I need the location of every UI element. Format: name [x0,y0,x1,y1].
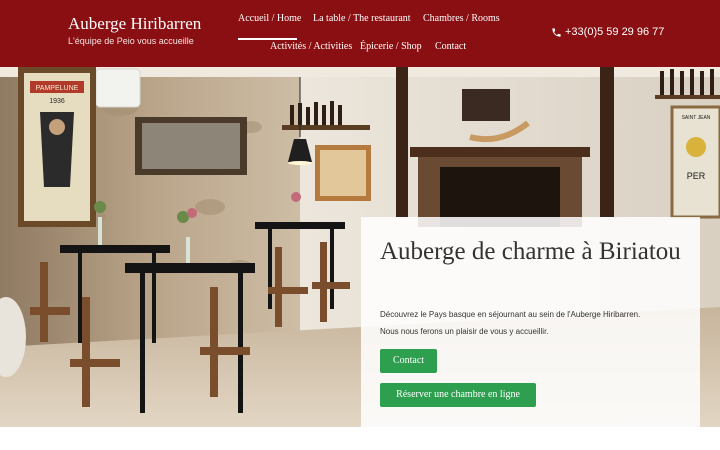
brand-tagline: L'équipe de Peio vous accueille [68,36,194,46]
hero-welcome-text: Nous nous ferons un plaisir de vous y ac… [380,327,549,336]
nav-rooms[interactable]: Chambres / Rooms [423,13,500,24]
right-poster-brand: PER [687,171,706,181]
hero-info-panel: Auberge de charme à Biriatou Découvrez l… [361,217,700,427]
page-bottom-area [0,427,720,450]
brand-name[interactable]: Auberge Hiribarren [68,14,201,34]
book-room-button[interactable]: Réserver une chambre en ligne [380,383,536,407]
phone-icon [552,27,561,37]
right-poster-title: SAINT JEAN [682,115,711,121]
site-header: Auberge Hiribarren L'équipe de Peio vous… [0,0,720,67]
nav-contact[interactable]: Contact [435,41,466,52]
phone-number: +33(0)5 59 29 96 77 [565,26,665,38]
nav-home[interactable]: Accueil / Home [238,13,301,24]
hero-section: PAMPELUNE 1936 SAINT JEAN PER Auberge de… [0,67,720,427]
phone-link[interactable]: +33(0)5 59 29 96 77 [551,26,664,38]
poster-year: 1936 [49,98,65,105]
hero-description: Découvrez le Pays basque en séjournant a… [380,310,641,319]
nav-shop[interactable]: Épicerie / Shop [360,41,422,52]
nav-active-underline [238,38,297,40]
poster-title: PAMPELUNE [36,85,79,92]
nav-activities[interactable]: Activités / Activities [270,41,352,52]
nav-restaurant[interactable]: La table / The restaurant [313,13,411,24]
contact-button[interactable]: Contact [380,349,437,373]
hero-title: Auberge de charme à Biriatou [380,238,681,265]
